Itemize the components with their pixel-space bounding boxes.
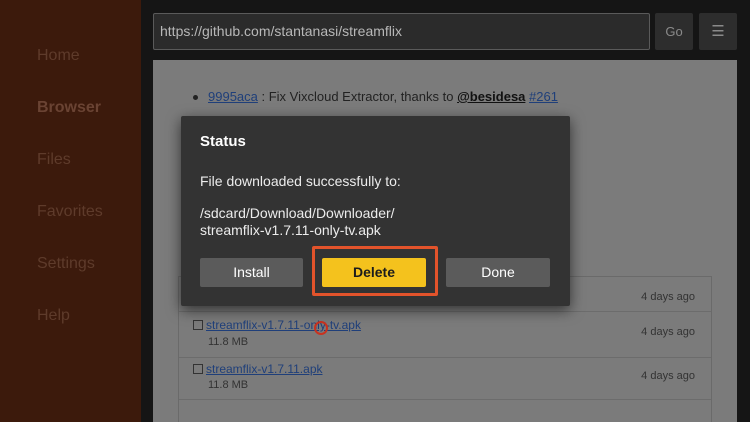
delete-highlight-box	[312, 246, 438, 296]
asset-size: 11.8 MB	[208, 336, 249, 348]
package-icon	[193, 364, 203, 374]
asset-date: 4 days ago	[641, 291, 695, 303]
cursor-icon	[314, 321, 328, 335]
hamburger-icon: ☰	[711, 23, 725, 40]
commit-text: : Fix Vixcloud Extractor, thanks to	[257, 89, 458, 104]
asset-link[interactable]: streamflix-v1.7.11-only-tv.apk	[206, 318, 361, 332]
go-button[interactable]: Go	[655, 13, 693, 50]
asset-link[interactable]: streamflix-v1.7.11.apk	[206, 362, 323, 376]
sidebar-item-favorites[interactable]: Favorites	[37, 203, 103, 221]
dialog-message: File downloaded successfully to:	[200, 173, 401, 189]
file-path-line-1: /sdcard/Download/Downloader/	[200, 205, 395, 221]
release-note-line: 9995aca : Fix Vixcloud Extractor, thanks…	[208, 89, 558, 104]
sidebar: Home Browser Files Favorites Settings He…	[0, 0, 141, 422]
asset-row[interactable]: streamflix-v1.7.11-only-tv.apk 11.8 MB 4…	[179, 312, 711, 358]
faint-text	[178, 60, 558, 66]
bullet-icon	[193, 95, 198, 100]
asset-date: 4 days ago	[641, 370, 695, 382]
asset-size: 11.8 MB	[208, 379, 249, 391]
user-link[interactable]: @besidesa	[457, 89, 525, 104]
url-input[interactable]: https://github.com/stantanasi/streamflix	[153, 13, 650, 50]
install-button[interactable]: Install	[200, 258, 303, 287]
package-icon	[193, 320, 203, 330]
sidebar-item-home[interactable]: Home	[37, 47, 80, 65]
asset-date: 4 days ago	[641, 326, 695, 338]
dialog-title: Status	[200, 133, 246, 150]
file-path-line-2: streamflix-v1.7.11-only-tv.apk	[200, 222, 381, 238]
sidebar-item-settings[interactable]: Settings	[37, 255, 95, 273]
sidebar-item-files[interactable]: Files	[37, 151, 71, 169]
asset-row[interactable]: streamflix-v1.7.11.apk 11.8 MB 4 days ag…	[179, 358, 711, 400]
done-button[interactable]: Done	[446, 258, 550, 287]
commit-link[interactable]: 9995aca	[208, 89, 258, 104]
sidebar-item-help[interactable]: Help	[37, 307, 70, 325]
sidebar-item-browser[interactable]: Browser	[37, 99, 101, 117]
issue-link[interactable]: #261	[529, 89, 558, 104]
menu-button[interactable]: ☰	[699, 13, 737, 50]
